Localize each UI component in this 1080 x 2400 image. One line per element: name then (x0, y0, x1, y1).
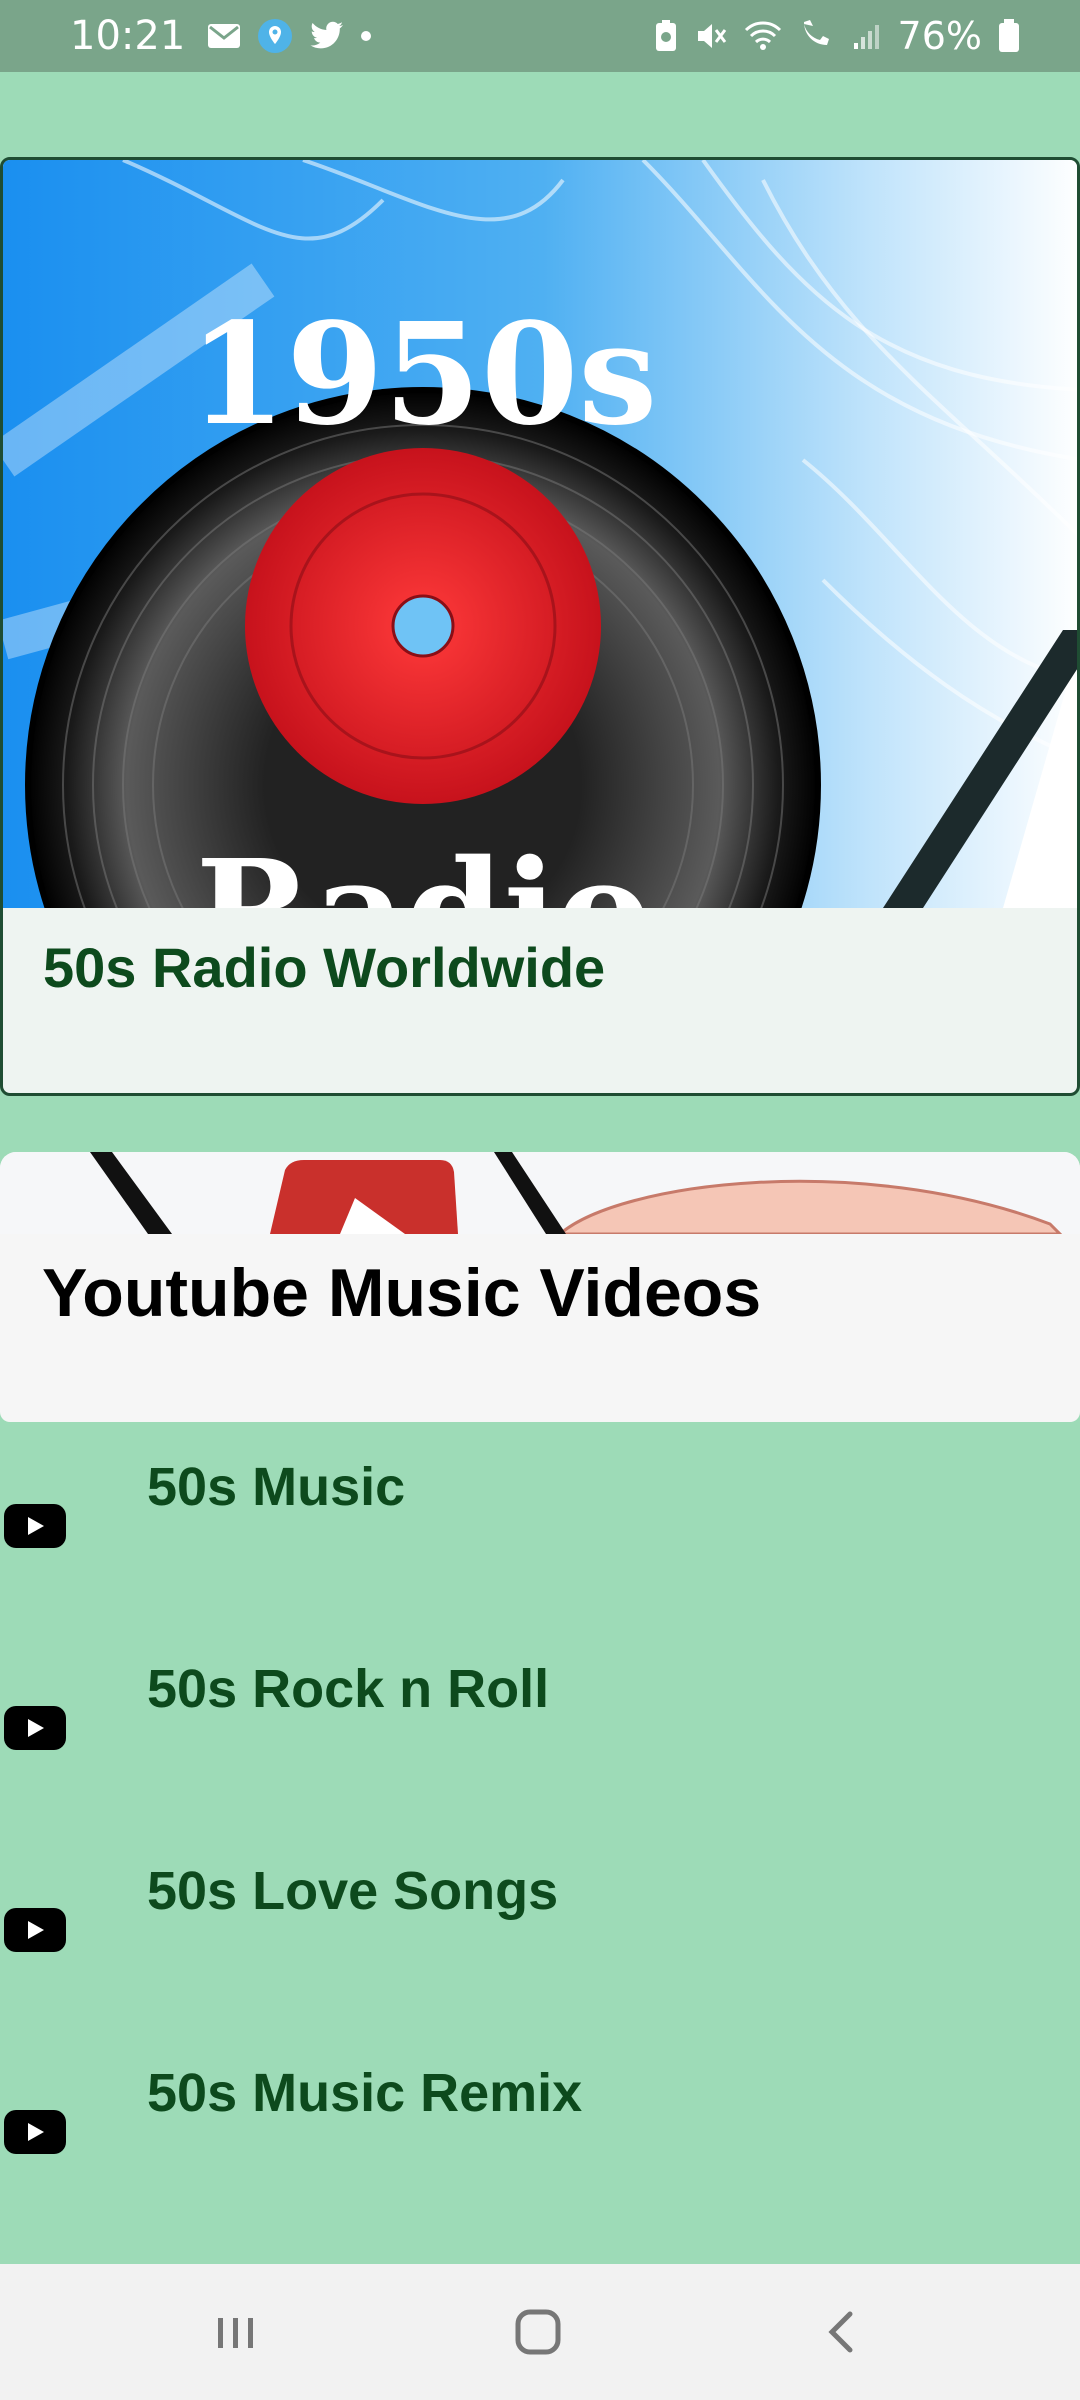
radio-card[interactable]: 1950s Radio 50s Radio Worldwide (0, 157, 1080, 1096)
status-time: 10:21 (70, 13, 186, 59)
status-bar: 10:21 76% (0, 0, 1080, 72)
list-item[interactable]: 50s Music (0, 1422, 1080, 1624)
radio-title: 50s Radio Worldwide (43, 936, 606, 999)
list-item-label: 50s Music Remix (147, 2063, 583, 2123)
list-item-label: 50s Love Songs (147, 1861, 559, 1921)
list-item[interactable]: 50s Music Remix (0, 2028, 1080, 2230)
mail-icon (207, 22, 241, 50)
dot-icon (361, 31, 372, 41)
youtube-play-icon (4, 1908, 66, 1952)
list-item[interactable]: 50s Love Songs (0, 1826, 1080, 2028)
location-pin-icon (257, 18, 293, 54)
battery-percent: 76% (897, 14, 982, 58)
youtube-play-icon (4, 1706, 66, 1750)
twitter-icon (309, 21, 345, 51)
youtube-banner-image (0, 1152, 1080, 1234)
mute-icon (694, 19, 728, 53)
signal-icon (852, 21, 882, 51)
battery-saver-icon (654, 19, 678, 53)
art-text-bottom: Radio (196, 830, 651, 908)
back-icon[interactable] (812, 2302, 872, 2362)
art-text-top: 1950s (189, 293, 657, 457)
vinyl-record-image: 1950s Radio (3, 160, 1077, 908)
recent-apps-icon[interactable] (206, 2302, 266, 2362)
youtube-play-icon (4, 2110, 66, 2154)
navigation-bar (0, 2264, 1080, 2400)
wifi-calling-icon (798, 20, 836, 52)
home-icon[interactable] (508, 2302, 568, 2362)
youtube-card: Youtube Music Videos (0, 1152, 1080, 1422)
list-item[interactable]: 50s Rock n Roll (0, 1624, 1080, 1826)
youtube-play-icon (4, 1504, 66, 1548)
list-item-label: 50s Rock n Roll (147, 1659, 550, 1719)
battery-icon (998, 19, 1020, 53)
wifi-icon (744, 20, 782, 52)
list-item-label: 50s Music (147, 1457, 406, 1517)
youtube-section-title: Youtube Music Videos (42, 1255, 762, 1331)
